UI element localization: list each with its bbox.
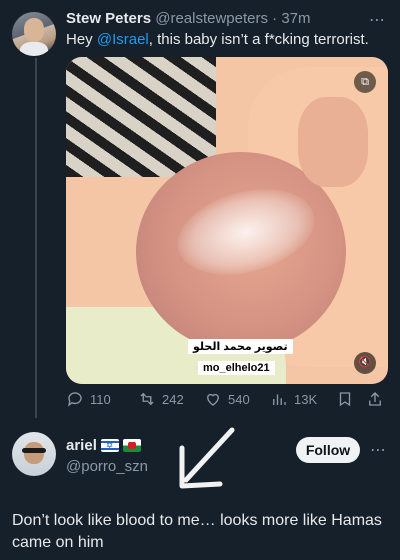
mute-icon[interactable]: 🔇 (354, 352, 376, 374)
media-blanket (66, 57, 216, 177)
tweet-time[interactable]: 37m (281, 10, 310, 27)
reply-more-options-icon[interactable]: ⋯ (370, 440, 386, 460)
like-button[interactable]: 540 (204, 390, 250, 408)
reply-author-name[interactable]: ariel (66, 437, 97, 454)
reply-count: 110 (90, 391, 111, 407)
view-count: 13K (294, 391, 318, 407)
tweet-actions: 110 242 540 13K (66, 390, 388, 412)
hand-drawn-arrow-icon (179, 427, 235, 489)
tweet-header: Stew Peters @realstewpeters · 37m (66, 10, 311, 27)
retweet-icon (140, 392, 154, 406)
heart-icon (207, 393, 219, 406)
share-icon (369, 392, 381, 406)
separator-dot: · (268, 10, 282, 27)
retweet-button[interactable]: 242 (138, 390, 184, 408)
media-detail (168, 175, 324, 289)
analytics-icon (273, 394, 286, 405)
more-options-icon[interactable]: ⋯ (369, 10, 386, 30)
israel-flag-icon (100, 439, 119, 452)
reply-text: Don’t look like blood to me… looks more … (12, 512, 382, 551)
mention-link[interactable]: @Israel (97, 31, 149, 48)
watermark-arabic: تصوير محمد الحلو (188, 339, 293, 354)
author-name[interactable]: Stew Peters (66, 10, 151, 27)
views-button[interactable]: 13K (270, 390, 317, 408)
follow-button[interactable]: Follow (296, 437, 360, 463)
bookmark-button[interactable] (336, 390, 354, 408)
thread-connector-line (35, 58, 37, 418)
avatar[interactable] (12, 12, 56, 56)
media-hand (298, 97, 368, 187)
reply-icon (67, 392, 82, 407)
tweet-text: Hey @Israel, this baby isn’t a f*cking t… (66, 31, 369, 48)
tweet-text-suffix: , this baby isn’t a f*cking terrorist. (148, 31, 369, 48)
reply-header: ariel (66, 437, 141, 454)
tweet-text-prefix: Hey (66, 31, 97, 48)
author-handle[interactable]: @realstewpeters (155, 10, 268, 27)
reply-author-handle[interactable]: @porro_szn (66, 458, 148, 475)
wales-flag-icon (122, 439, 141, 452)
share-button[interactable] (366, 390, 384, 408)
retweet-count: 242 (162, 391, 184, 407)
gif-icon[interactable]: ⧉ (354, 71, 376, 93)
tweet-media-video[interactable]: ⧉ تصوير محمد الحلو mo_elhelo21 🔇 (66, 57, 388, 384)
watermark-handle: mo_elhelo21 (198, 361, 275, 375)
reply-avatar[interactable] (12, 432, 56, 476)
reply-button[interactable]: 110 (66, 390, 111, 408)
like-count: 540 (228, 391, 250, 407)
bookmark-icon (339, 392, 351, 407)
